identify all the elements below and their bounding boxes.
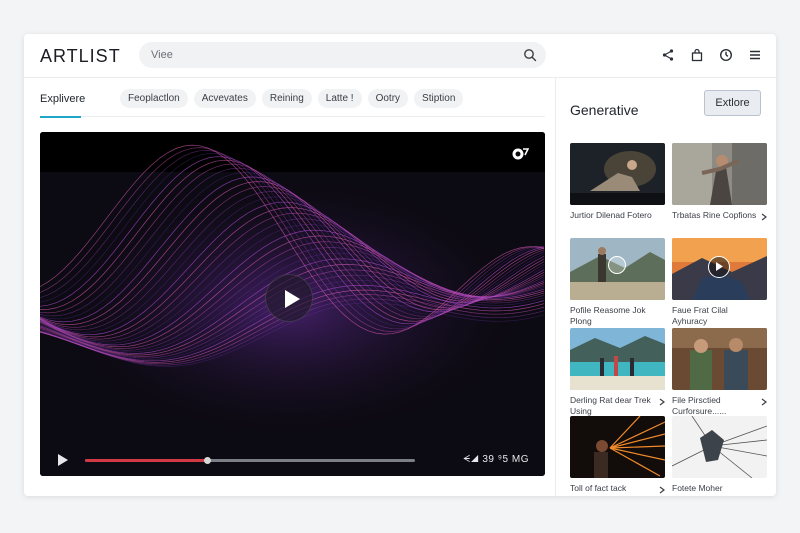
channel-badge-icon — [512, 148, 529, 160]
seek-bar[interactable] — [85, 457, 415, 464]
tab-explore[interactable]: Explivere — [40, 93, 85, 105]
player-status-readout: ᗕ◢ 39 ⁹5 MG — [462, 454, 529, 465]
seek-progress — [85, 459, 208, 462]
filter-chip[interactable]: Acvevates — [193, 89, 256, 108]
header-actions — [661, 48, 762, 62]
bag-icon[interactable] — [690, 48, 704, 62]
video-thumbnail[interactable] — [570, 416, 665, 478]
video-thumbnail[interactable] — [570, 238, 665, 300]
timer-icon[interactable] — [719, 48, 733, 62]
video-player[interactable]: ᗕ◢ 39 ⁹5 MG — [40, 132, 545, 476]
video-caption: Pofile Reasome Jok Plong — [570, 305, 646, 326]
video-caption: Trbatas Rine Copfions — [672, 210, 757, 220]
play-icon[interactable] — [58, 454, 68, 466]
explore-button[interactable]: Extlore — [704, 90, 761, 116]
video-thumbnail[interactable] — [672, 238, 767, 300]
video-caption: File Pirsctied Curforsure...... — [672, 395, 727, 416]
filter-chip[interactable]: Ootry — [367, 89, 409, 108]
top-bar: ARTLIST Viee — [24, 34, 776, 78]
filter-chip[interactable]: Feoplactlon — [120, 89, 188, 108]
player-controls: ᗕ◢ 39 ⁹5 MG — [40, 446, 545, 476]
chevron-right-icon[interactable] — [761, 213, 767, 221]
video-thumbnail[interactable] — [570, 328, 665, 390]
filter-chip[interactable]: Stiption — [414, 89, 464, 108]
chevron-right-icon[interactable] — [761, 398, 767, 406]
panel-title: Generative — [570, 102, 639, 118]
video-thumbnail[interactable] — [672, 328, 767, 390]
play-icon[interactable] — [608, 256, 626, 274]
chevron-right-icon[interactable] — [659, 398, 665, 406]
filter-chips: Feoplactlon Acvevates Reining Latte ! Oo… — [120, 89, 464, 108]
filter-chip[interactable]: Reining — [261, 89, 312, 108]
menu-icon[interactable] — [748, 48, 762, 62]
video-thumbnail[interactable] — [672, 143, 767, 205]
app-window: ARTLIST Viee Explivere Feoplactlon Acvev… — [24, 34, 776, 496]
play-button[interactable] — [265, 274, 313, 322]
video-thumbnail[interactable] — [570, 143, 665, 205]
play-icon[interactable] — [708, 256, 730, 278]
video-thumbnail[interactable] — [672, 416, 767, 478]
play-icon — [285, 290, 300, 308]
active-tab-indicator — [40, 116, 81, 118]
seek-handle[interactable] — [204, 457, 212, 464]
video-caption: Jurtior Dilenad Fotero — [570, 210, 652, 220]
video-caption: Toll of fact tack — [570, 483, 627, 493]
search-input[interactable]: Viee — [151, 49, 173, 61]
category-tabs: Explivere Feoplactlon Acvevates Reining … — [40, 87, 545, 118]
search-bar[interactable]: Viee — [139, 42, 546, 68]
chevron-right-icon[interactable] — [659, 486, 665, 494]
generative-panel: Generative Extlore Jurtior Dilenad Foter… — [555, 78, 776, 496]
search-icon[interactable] — [523, 48, 537, 62]
share-icon[interactable] — [661, 48, 675, 62]
video-caption: Derling Rat dear Trek Using — [570, 395, 651, 416]
video-caption: Faue Frat Cilal Ayhuracy — [672, 305, 728, 326]
artlist-logo[interactable]: ARTLIST — [40, 46, 121, 67]
filter-chip[interactable]: Latte ! — [317, 89, 362, 108]
video-caption: Fotete Moher Sorrrices — [672, 483, 723, 496]
